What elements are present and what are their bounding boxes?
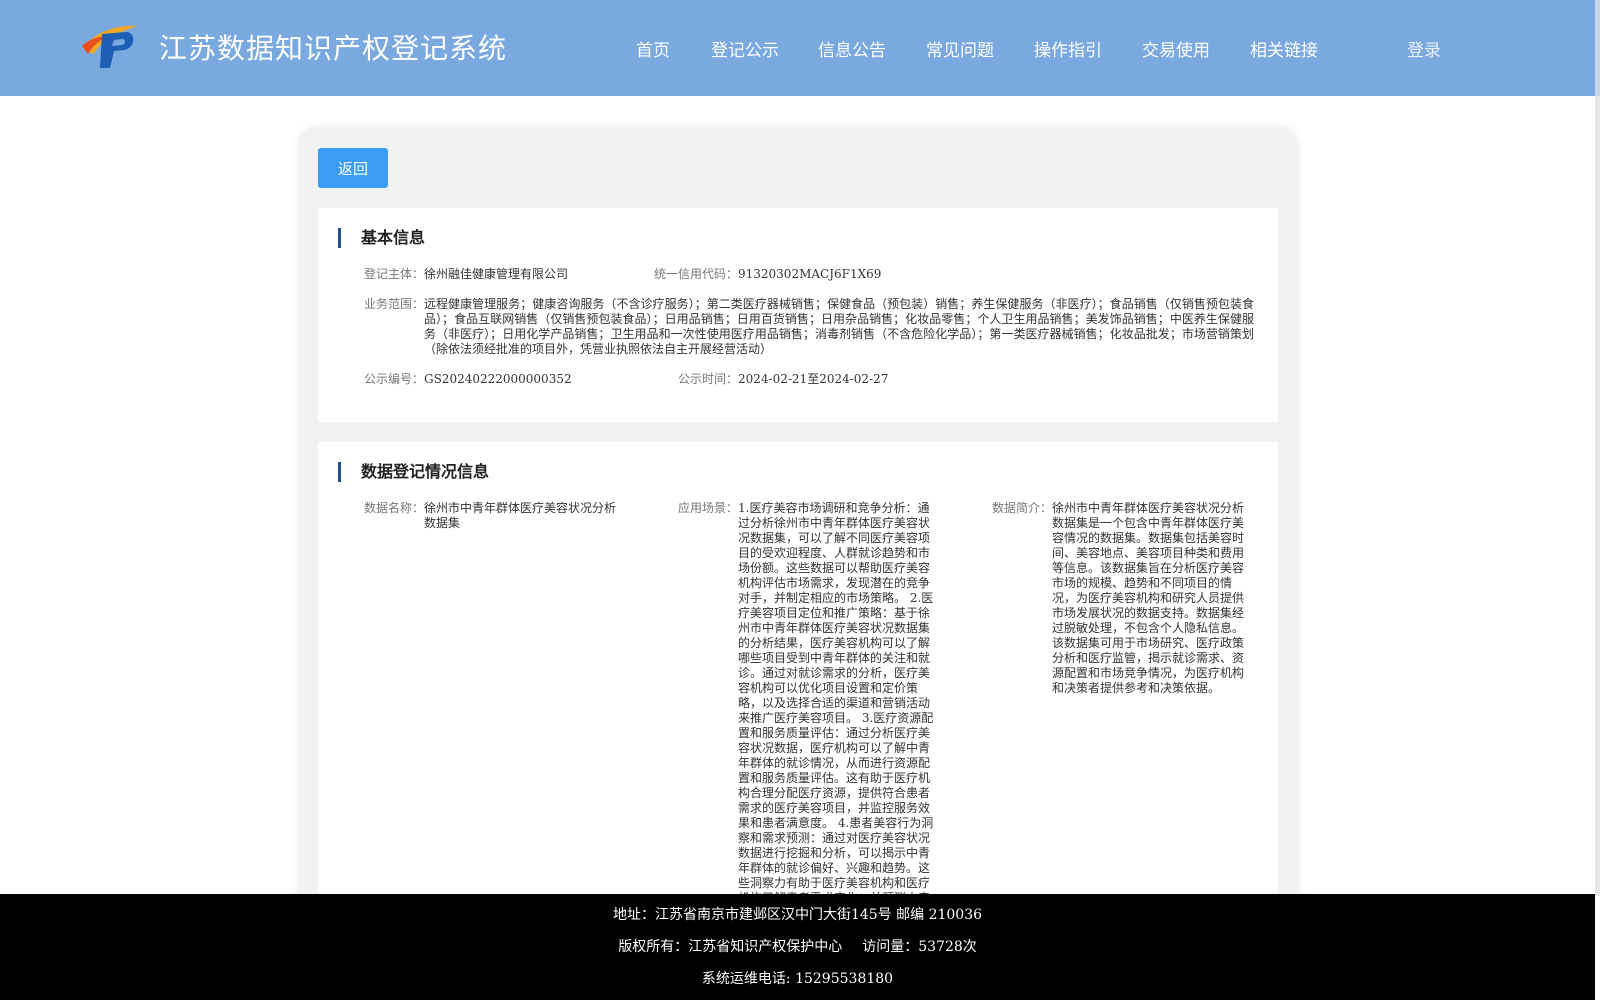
nav-item-links[interactable]: 相关链接 (1250, 36, 1318, 61)
business-scope-value: 远程健康管理服务；健康咨询服务（不含诊疗服务）；第二类医疗器械销售；保健食品（预… (424, 297, 1254, 356)
data-name-label: 数据名称： (363, 501, 424, 515)
notice-number-label: 公示编号： (363, 372, 424, 386)
footer-visits: 访问量：53728次 (862, 939, 977, 955)
subject-value: 徐州融佳健康管理有限公司 (424, 267, 569, 281)
data-registration-card: 数据登记情况信息 数据名称： 徐州市中青年群体医疗美容状况分析数据集 应用场景：… (318, 442, 1278, 962)
business-scope-label: 业务范围： (363, 297, 424, 311)
application-scene-value: 1.医疗美容市场调研和竞争分析：通过分析徐州市中青年群体医疗美容状况数据集，可以… (738, 501, 934, 920)
site-header: 江苏数据知识产权登记系统 首页 登记公示 信息公告 常见问题 操作指引 交易使用… (0, 0, 1595, 96)
data-name-value: 徐州市中青年群体医疗美容状况分析数据集 (424, 501, 617, 530)
nav-item-home[interactable]: 首页 (636, 36, 670, 61)
notice-time-start: 2024-02-21 (738, 372, 808, 386)
data-intro-label: 数据简介： (991, 501, 1052, 515)
notice-time-end: 2024-02-27 (819, 372, 889, 386)
application-scene-label: 应用场景： (677, 501, 738, 515)
nav-item-guide[interactable]: 操作指引 (1034, 36, 1102, 61)
notice-time-label: 公示时间： (677, 372, 738, 386)
subject-label: 登记主体： (363, 267, 424, 281)
nav-item-trade[interactable]: 交易使用 (1142, 36, 1210, 61)
detail-container: 返回 基本信息 登记主体： 徐州融佳健康管理有限公司 统一信用代码： 91320… (298, 127, 1298, 962)
data-registration-title: 数据登记情况信息 (338, 462, 489, 482)
nav-item-announcements[interactable]: 信息公告 (818, 36, 886, 61)
site-title: 江苏数据知识产权登记系统 (159, 32, 508, 65)
basic-info-card: 基本信息 登记主体： 徐州融佳健康管理有限公司 统一信用代码： 91320302… (318, 208, 1278, 422)
site-footer: 地址：江苏省南京市建邺区汉中门大街145号 邮编 210036 版权所有：江苏省… (0, 894, 1595, 1000)
footer-info-row: 版权所有：江苏省知识产权保护中心 访问量：53728次 (0, 936, 1595, 956)
credit-code-value: 91320302MACJ6F1X69 (738, 267, 882, 281)
login-link[interactable]: 登录 (1407, 36, 1441, 61)
notice-time-value: 2024-02-21至2024-02-27 (738, 372, 888, 387)
basic-info-title: 基本信息 (338, 228, 425, 248)
notice-time-separator: 至 (807, 372, 820, 386)
nav-item-faq[interactable]: 常见问题 (926, 36, 994, 61)
back-button[interactable]: 返回 (318, 148, 388, 188)
credit-code-label: 统一信用代码： (653, 267, 738, 281)
scrollbar-thumb[interactable] (1595, 0, 1600, 96)
page-scrollbar[interactable] (1595, 0, 1600, 896)
logo-icon (82, 25, 138, 68)
nav-item-registration-notice[interactable]: 登记公示 (711, 36, 779, 61)
data-intro-value: 徐州市中青年群体医疗美容状况分析数据集是一个包含中青年群体医疗美容情况的数据集。… (1052, 501, 1245, 695)
footer-address: 地址：江苏省南京市建邺区汉中门大街145号 邮编 210036 (612, 907, 983, 923)
notice-number-value: GS20240222000000352 (424, 372, 572, 386)
footer-copyright: 版权所有：江苏省知识产权保护中心 (618, 939, 843, 955)
footer-phone: 系统运维电话: 15295538180 (701, 971, 894, 987)
